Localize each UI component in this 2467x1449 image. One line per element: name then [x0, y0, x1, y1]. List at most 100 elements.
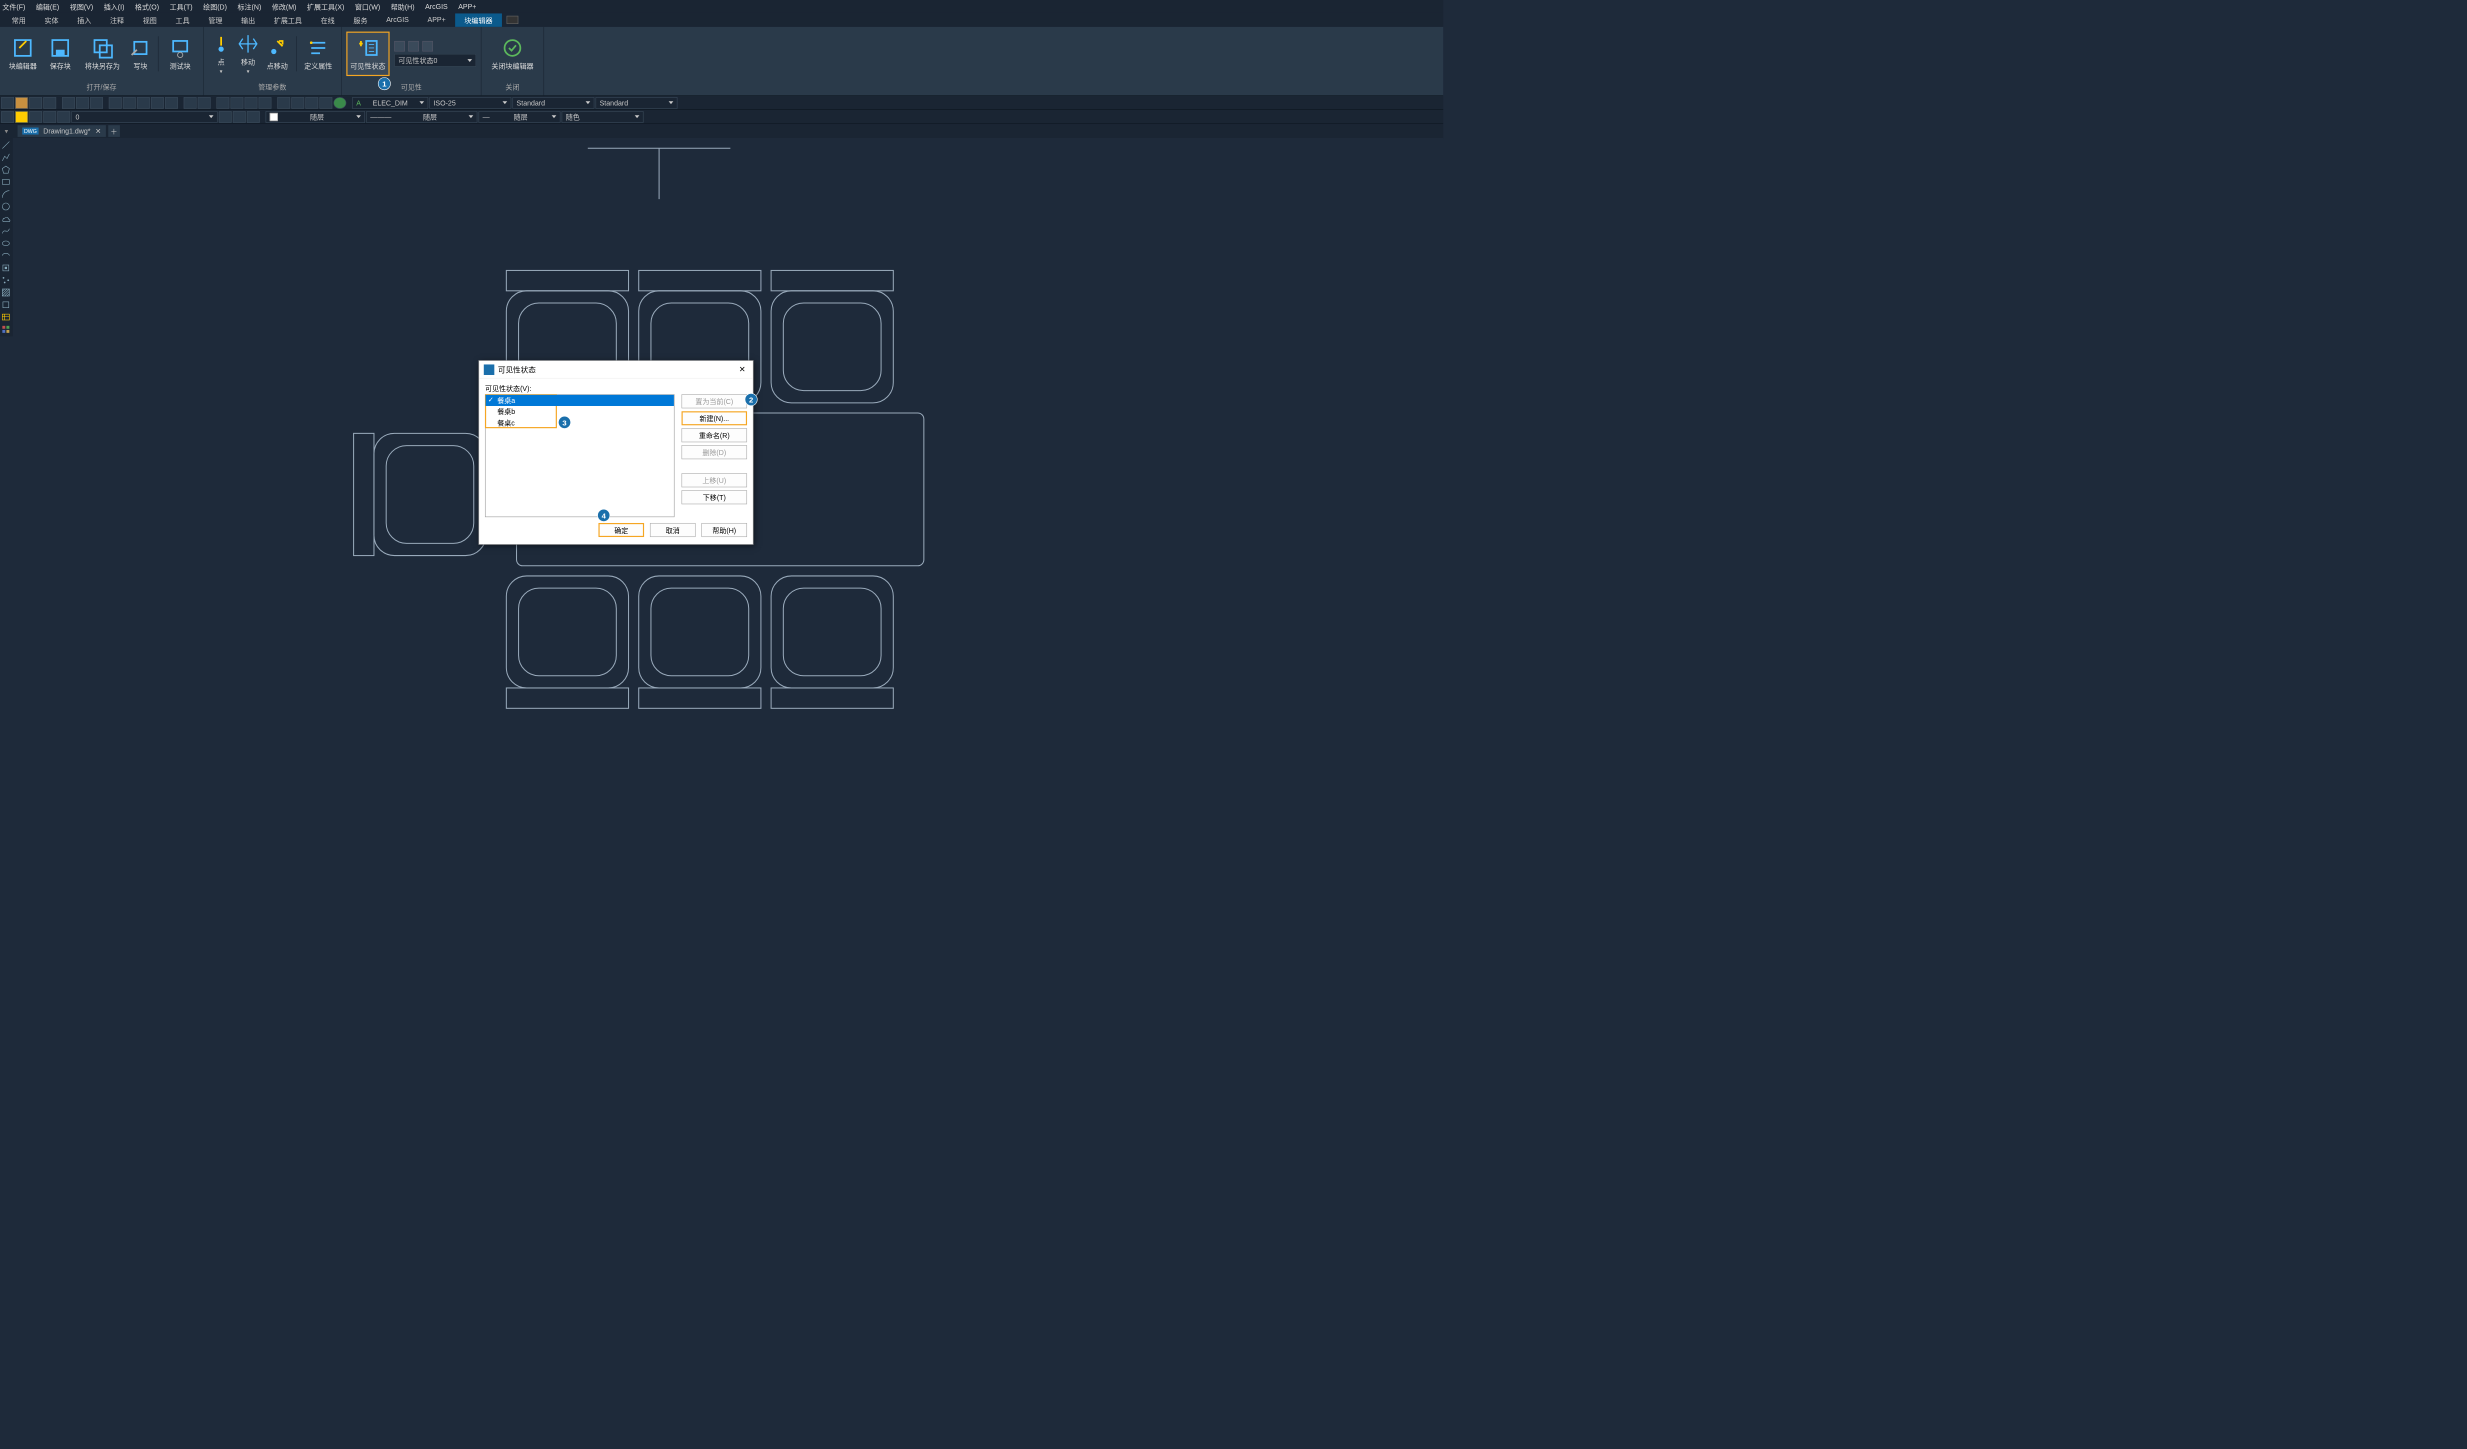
tool-saveall[interactable]: [43, 97, 56, 109]
dialog-close-icon[interactable]: ✕: [737, 364, 749, 376]
tool-properties[interactable]: [277, 97, 290, 109]
tool-open[interactable]: [15, 97, 28, 109]
tool-paste[interactable]: [137, 97, 150, 109]
tool-layer[interactable]: [305, 97, 318, 109]
ribbon-tab-insert[interactable]: 插入: [68, 13, 101, 26]
menu-edit[interactable]: 编辑(E): [36, 1, 59, 11]
ribbon-tab-app[interactable]: APP+: [418, 14, 455, 26]
layer-tool-5[interactable]: [57, 111, 70, 123]
tool-pan[interactable]: [216, 97, 229, 109]
ribbon-tab-view[interactable]: 视图: [133, 13, 166, 26]
layer-tool-4[interactable]: [43, 111, 56, 123]
linestyle-combo[interactable]: —随层: [479, 111, 561, 123]
ribbon-tab-entity[interactable]: 实体: [35, 13, 68, 26]
tool-copy[interactable]: [123, 97, 136, 109]
menu-format[interactable]: 格式(O): [135, 1, 159, 11]
spline-tool-icon[interactable]: [0, 225, 12, 237]
tool-publish[interactable]: [90, 97, 103, 109]
layer-tool-3[interactable]: [29, 111, 42, 123]
tool-redo[interactable]: [198, 97, 211, 109]
menu-modify[interactable]: 修改(M): [272, 1, 297, 11]
layer-combo[interactable]: 0: [71, 111, 217, 123]
menu-arcgis[interactable]: ArcGIS: [425, 2, 448, 10]
write-block-button[interactable]: 写块: [126, 32, 154, 76]
tool-help[interactable]: [333, 97, 346, 109]
set-current-button[interactable]: 置为当前(C): [682, 394, 748, 408]
dialog-titlebar[interactable]: 可见性状态 ✕: [479, 361, 753, 379]
menu-file[interactable]: 文件(F): [2, 1, 25, 11]
point-move-button[interactable]: 点移动: [262, 32, 292, 76]
menu-view[interactable]: 视图(V): [70, 1, 93, 11]
layer-uniso[interactable]: [233, 111, 246, 123]
ok-button[interactable]: 确定: [598, 523, 644, 537]
table-tool-icon[interactable]: [0, 311, 12, 323]
vis-icon-3[interactable]: [422, 41, 433, 52]
list-item[interactable]: ✓餐桌a: [486, 395, 674, 406]
tool-match[interactable]: [151, 97, 164, 109]
ribbon-tab-annotate[interactable]: 注释: [101, 13, 134, 26]
menu-tools[interactable]: 工具(T): [170, 1, 193, 11]
cancel-button[interactable]: 取消: [650, 523, 696, 537]
menu-draw[interactable]: 绘图(D): [203, 1, 227, 11]
more-tool-icon[interactable]: [0, 324, 12, 336]
ribbon-tab-blockeditor[interactable]: 块编辑器: [455, 13, 502, 26]
layer-tool-2[interactable]: [15, 111, 28, 123]
tool-print[interactable]: [62, 97, 75, 109]
help-button[interactable]: 帮助(H): [701, 523, 747, 537]
close-block-editor-button[interactable]: 关闭块编辑器: [486, 32, 539, 76]
add-document-button[interactable]: ＋: [108, 125, 120, 137]
tool-undo[interactable]: [184, 97, 197, 109]
vis-icon-1[interactable]: [394, 41, 405, 52]
block-editor-button[interactable]: 块编辑器: [5, 32, 41, 76]
tool-zoom-window[interactable]: [245, 97, 258, 109]
ribbon-tab-ext[interactable]: 扩展工具: [264, 13, 311, 26]
close-tab-icon[interactable]: ✕: [95, 127, 101, 135]
tab-dropdown-icon[interactable]: ▾: [5, 127, 9, 135]
delete-button[interactable]: 删除(D): [682, 445, 748, 459]
ribbon-tab-output[interactable]: 输出: [232, 13, 265, 26]
ribbon-tab-common[interactable]: 常用: [2, 13, 35, 26]
menu-help[interactable]: 帮助(H): [391, 1, 415, 11]
ribbon-panel-toggle-icon[interactable]: [507, 16, 519, 24]
line-tool-icon[interactable]: [0, 139, 12, 151]
menu-window[interactable]: 窗口(W): [355, 1, 380, 11]
ribbon-tab-online[interactable]: 在线: [311, 13, 344, 26]
tool-cut[interactable]: [109, 97, 122, 109]
tool-preview[interactable]: [76, 97, 89, 109]
ellipse-tool-icon[interactable]: [0, 238, 12, 250]
ribbon-tab-manage[interactable]: 管理: [199, 13, 232, 26]
ellipse-arc-tool-icon[interactable]: [0, 250, 12, 262]
save-block-as-button[interactable]: 将块另存为: [80, 32, 126, 76]
test-block-button[interactable]: 测试块: [162, 32, 198, 76]
linetype-combo[interactable]: 随层: [266, 111, 365, 123]
cloud-tool-icon[interactable]: [0, 213, 12, 225]
tool-zoom-prev[interactable]: [259, 97, 272, 109]
block-tool-icon[interactable]: [0, 262, 12, 274]
move-up-button[interactable]: 上移(U): [682, 473, 748, 487]
polyline-tool-icon[interactable]: [0, 152, 12, 164]
tool-xref[interactable]: [319, 97, 332, 109]
menu-extended[interactable]: 扩展工具(X): [307, 1, 344, 11]
tool-brush[interactable]: [165, 97, 178, 109]
visibility-state-combo[interactable]: 可见性状态0: [394, 54, 476, 67]
polygon-tool-icon[interactable]: [0, 164, 12, 176]
color-combo[interactable]: 随色: [562, 111, 644, 123]
define-attribute-button[interactable]: 定义属性: [300, 32, 336, 76]
ribbon-tab-tools[interactable]: 工具: [166, 13, 199, 26]
circle-tool-icon[interactable]: [0, 201, 12, 213]
layer-iso[interactable]: [219, 111, 232, 123]
tool-sheet[interactable]: [291, 97, 304, 109]
document-tab[interactable]: DWG Drawing1.dwg* ✕: [18, 125, 106, 137]
list-item[interactable]: 餐桌c: [486, 417, 674, 428]
tool-zoom[interactable]: [230, 97, 243, 109]
dimstyle-combo[interactable]: AELEC_DIM: [352, 97, 428, 109]
move-button[interactable]: 移动▼: [235, 32, 261, 76]
iso-combo[interactable]: ISO-25: [429, 97, 511, 109]
lineweight-combo[interactable]: ———随层: [366, 111, 477, 123]
rename-button[interactable]: 重命名(R): [682, 428, 748, 442]
menu-insert[interactable]: 插入(I): [104, 1, 125, 11]
point-tool-icon[interactable]: [0, 274, 12, 286]
ribbon-tab-arcgis[interactable]: ArcGIS: [377, 14, 418, 26]
layer-state[interactable]: [247, 111, 260, 123]
visibility-state-button[interactable]: 可见性状态: [346, 32, 389, 76]
